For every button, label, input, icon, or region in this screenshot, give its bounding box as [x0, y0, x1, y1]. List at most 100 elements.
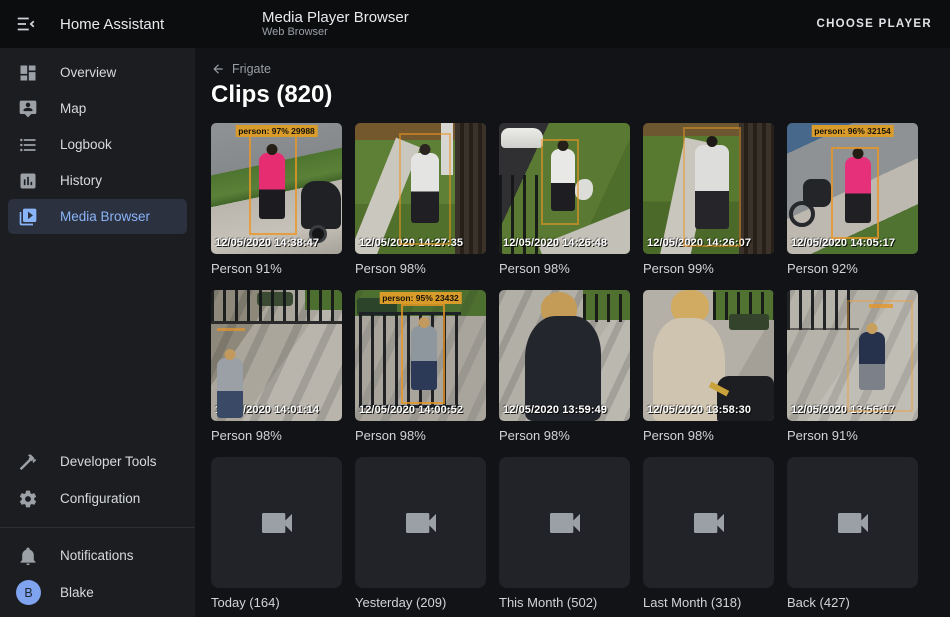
sidebar-item-label: Configuration [60, 491, 140, 506]
clip-cell: 12/05/2020 14:26:48 Person 98% [499, 123, 630, 276]
clip-thumbnail[interactable]: 12/05/2020 14:26:48 [499, 123, 630, 254]
sidebar-item-logbook[interactable]: Logbook [8, 127, 187, 162]
clip-label: Person 99% [643, 261, 774, 276]
folder-label: Last Month (318) [643, 595, 774, 610]
clip-cell: 12/05/2020 13:59:49 Person 98% [499, 290, 630, 443]
hammer-icon [18, 452, 38, 472]
video-camera-icon [833, 503, 873, 543]
clip-thumbnail[interactable]: 12/05/2020 14:27:35 [355, 123, 486, 254]
menu-icon [15, 13, 37, 35]
breadcrumb-label: Frigate [232, 62, 271, 76]
sidebar-nav: Overview Map Logbook History Media Brows… [0, 48, 195, 235]
clip-cell: 12/05/2020 13:58:30 Person 98% [643, 290, 774, 443]
clip-cell: person: 95% 23432 12/05/2020 14:00:52 Pe… [355, 290, 486, 443]
choose-player-button[interactable]: CHOOSE PLAYER [816, 18, 932, 30]
sidebar-spacer [0, 235, 195, 443]
dashboard-icon [18, 63, 38, 83]
sidebar-bottom-padding [0, 611, 195, 617]
avatar: B [16, 580, 41, 605]
clip-thumbnail[interactable]: 12/05/2020 14:26:07 [643, 123, 774, 254]
clip-cell: person: 97% 29988 12/05/2020 14:38:47 Pe… [211, 123, 342, 276]
sidebar-item-label: Notifications [60, 548, 134, 563]
clip-thumbnail[interactable]: person: 96% 32154 12/05/2020 14:05:17 [787, 123, 918, 254]
clip-timestamp: 12/05/2020 13:59:49 [503, 404, 607, 416]
bell-icon [18, 546, 38, 566]
detection-label: person: 95% 23432 [379, 292, 462, 304]
detection-label: person: 96% 32154 [811, 125, 894, 137]
sidebar-item-map[interactable]: Map [8, 91, 187, 126]
folder-cell: This Month (502) [499, 457, 630, 610]
person-figure [217, 358, 243, 418]
clip-label: Person 91% [211, 261, 342, 276]
page-header-titles: Media Player Browser Web Browser [262, 9, 409, 39]
video-camera-icon [545, 503, 585, 543]
porch-shape [455, 123, 486, 254]
detection-fragment-shape [217, 328, 245, 331]
clip-timestamp: 12/05/2020 14:38:47 [215, 237, 319, 249]
sidebar-item-label: Overview [60, 65, 116, 80]
folder-cell: Last Month (318) [643, 457, 774, 610]
bounding-box [831, 147, 879, 239]
clip-label: Person 98% [355, 428, 486, 443]
bounding-box [399, 133, 451, 245]
folder-tile-back[interactable] [787, 457, 918, 588]
folder-tile-today[interactable] [211, 457, 342, 588]
sidebar-header: Home Assistant [0, 11, 195, 37]
clip-cell: 12/05/2020 14:26:07 Person 99% [643, 123, 774, 276]
clip-label: Person 98% [499, 261, 630, 276]
clip-thumbnail[interactable]: 12/05/2020 13:58:30 [643, 290, 774, 421]
folder-label: Back (427) [787, 595, 918, 610]
video-camera-icon [401, 503, 441, 543]
folder-tile-last-month[interactable] [643, 457, 774, 588]
sidebar-item-configuration[interactable]: Configuration [8, 481, 187, 516]
sidebar-item-developer-tools[interactable]: Developer Tools [8, 444, 187, 479]
clip-thumbnail[interactable]: person: 95% 23432 12/05/2020 14:00:52 [355, 290, 486, 421]
clip-label: Person 98% [355, 261, 486, 276]
car-shape [501, 128, 543, 148]
sidebar-item-label: Media Browser [60, 209, 150, 224]
sidebar-item-notifications[interactable]: Notifications [8, 538, 187, 573]
page-title: Clips (820) [211, 81, 934, 109]
app-title: Home Assistant [60, 16, 164, 33]
bounding-box [541, 139, 579, 225]
clip-thumbnail[interactable]: 12/05/2020 13:59:49 [499, 290, 630, 421]
clips-grid: person: 97% 29988 12/05/2020 14:38:47 Pe… [211, 123, 934, 610]
clip-timestamp: 12/05/2020 14:00:52 [359, 404, 463, 416]
breadcrumb[interactable]: Frigate [211, 61, 271, 76]
folder-tile-yesterday[interactable] [355, 457, 486, 588]
header-subtitle: Web Browser [262, 26, 409, 39]
sidebar-item-overview[interactable]: Overview [8, 55, 187, 90]
clip-thumbnail[interactable]: 12/05/2020 13:56:17 [787, 290, 918, 421]
folder-label: This Month (502) [499, 595, 630, 610]
header-title: Media Player Browser [262, 9, 409, 26]
bounding-box [683, 127, 741, 247]
folder-cell: Back (427) [787, 457, 918, 610]
clip-timestamp: 12/05/2020 14:26:48 [503, 237, 607, 249]
fence-shape [583, 294, 630, 322]
user-name: Blake [60, 585, 94, 600]
gear-icon [18, 489, 38, 509]
clip-timestamp: 12/05/2020 13:58:30 [647, 404, 751, 416]
list-icon [18, 135, 38, 155]
folder-label: Yesterday (209) [355, 595, 486, 610]
clip-label: Person 98% [499, 428, 630, 443]
equipment-shape [729, 314, 769, 330]
sidebar-toggle-button[interactable] [13, 11, 39, 37]
folder-cell: Today (164) [211, 457, 342, 610]
sidebar-item-media-browser[interactable]: Media Browser [8, 199, 187, 234]
sidebar-item-label: Map [60, 101, 86, 116]
video-camera-icon [689, 503, 729, 543]
folder-label: Today (164) [211, 595, 342, 610]
sidebar-item-history[interactable]: History [8, 163, 187, 198]
sidebar: Overview Map Logbook History Media Brows… [0, 48, 195, 617]
stroller-shape [301, 181, 341, 229]
bounding-box [249, 129, 297, 235]
folder-cell: Yesterday (209) [355, 457, 486, 610]
back-arrow-icon [211, 62, 225, 76]
folder-tile-this-month[interactable] [499, 457, 630, 588]
clip-thumbnail[interactable]: person: 97% 29988 12/05/2020 14:38:47 [211, 123, 342, 254]
sidebar-item-label: Logbook [60, 137, 112, 152]
sidebar-item-user[interactable]: B Blake [8, 575, 187, 610]
clip-thumbnail[interactable]: 12/05/2020 14:01:14 [211, 290, 342, 421]
account-badge-icon [18, 99, 38, 119]
